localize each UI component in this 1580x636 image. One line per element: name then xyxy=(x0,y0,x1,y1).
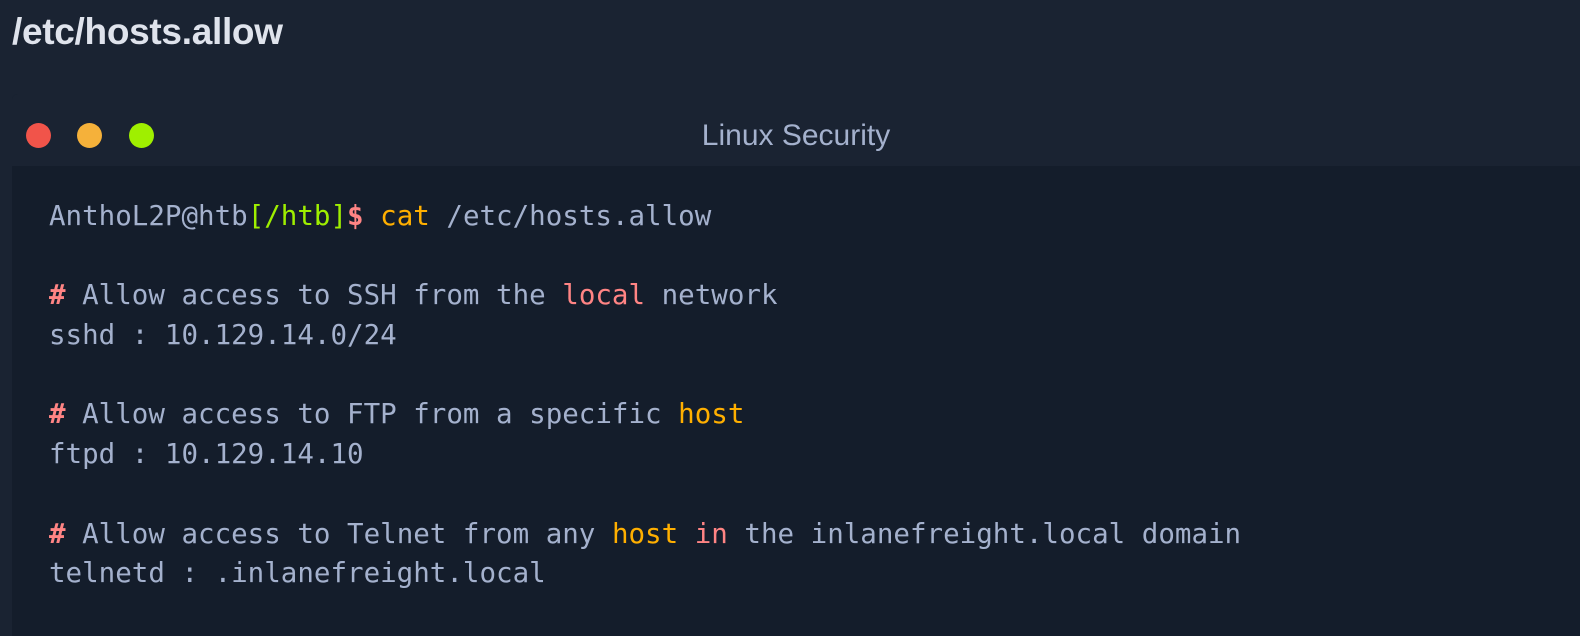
window-title: Linux Security xyxy=(701,119,891,152)
comment-hash: # xyxy=(49,517,66,550)
terminal-window: Linux Security AnthoL2P@htb[/htb]$ cat /… xyxy=(12,94,1580,636)
prompt-path: [/htb] xyxy=(247,200,348,232)
comment-keyword: host xyxy=(611,517,679,550)
terminal-output: AnthoL2P@htb[/htb]$ cat /etc/hosts.allow… xyxy=(49,197,1241,594)
terminal-titlebar: Linux Security xyxy=(12,94,1580,166)
prompt-user-host: AnthoL2P@htb xyxy=(49,200,248,232)
comment-hash: # xyxy=(49,279,66,312)
comment-text: the inlanefreight.local domain xyxy=(727,517,1242,550)
prompt-args: /etc/hosts.allow xyxy=(429,200,712,232)
comment-keyword: host xyxy=(678,398,745,431)
comment-text: Allow access to FTP from a specific xyxy=(65,398,679,431)
comment-text: Allow access to SSH from the xyxy=(65,279,563,312)
comment-text: network xyxy=(645,279,778,312)
comment-hash: # xyxy=(49,398,66,431)
comment-line: # Allow access to FTP from a specific ho… xyxy=(49,395,1241,435)
comment-text: Allow access to Telnet from any xyxy=(65,517,612,550)
comment-keyword: local xyxy=(562,279,646,312)
prompt-command: cat xyxy=(380,200,430,232)
comment-line: # Allow access to Telnet from any host i… xyxy=(49,515,1241,555)
comment-text xyxy=(678,518,695,550)
comment-line: # Allow access to SSH from the local net… xyxy=(49,276,1241,316)
rule-line: ftpd : 10.129.14.10 xyxy=(49,438,364,471)
prompt-symbol: $ xyxy=(347,200,364,232)
terminal-body[interactable]: AnthoL2P@htb[/htb]$ cat /etc/hosts.allow… xyxy=(16,166,1580,628)
comment-keyword: in xyxy=(694,517,728,550)
page-title: /etc/hosts.allow xyxy=(12,11,283,52)
rule-line: telnetd : .inlanefreight.local xyxy=(49,557,546,590)
prompt-line: AnthoL2P@htb[/htb]$ cat /etc/hosts.allow xyxy=(49,197,1241,237)
rule-line: sshd : 10.129.14.0/24 xyxy=(49,319,397,352)
